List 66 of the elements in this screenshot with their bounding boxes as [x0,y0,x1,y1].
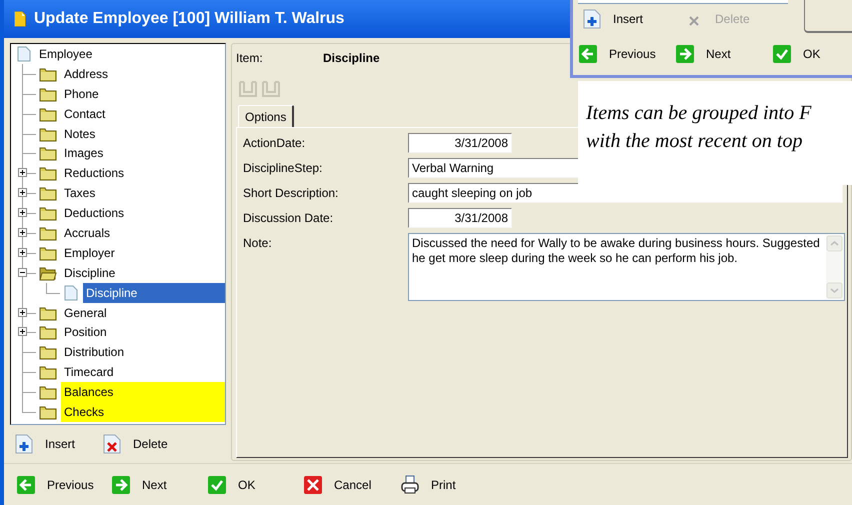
text-field[interactable]: caught sleeping on job [408,183,843,203]
expand-toggle[interactable] [18,248,27,257]
caption-text: Items can be grouped into F with the most recent on top [578,81,852,185]
collapse-toggle[interactable] [18,268,27,277]
next-icon [675,44,695,64]
check-icon [772,44,792,64]
expand-toggle[interactable] [18,327,27,336]
tree-item[interactable]: Employee [36,44,92,64]
add-document-icon [14,434,34,454]
previous-icon [578,44,598,64]
item-label: Item: [236,50,264,67]
tree-item[interactable]: Reductions [61,163,124,184]
tree-item[interactable]: Position [61,322,107,342]
next-icon [111,474,131,494]
print-button[interactable]: Print [400,474,470,496]
date-field[interactable]: 3/31/2008 [408,133,512,153]
tree-item[interactable]: General [61,302,107,322]
cancel-button[interactable]: Cancel [303,474,400,496]
tree-item[interactable]: Discipline [83,282,225,303]
scrollbar[interactable] [826,235,843,299]
expand-toggle[interactable] [18,308,27,317]
tree-item[interactable]: Images [61,143,104,164]
date-field[interactable]: 3/31/2008 [408,208,512,228]
ok-button[interactable]: OK [207,474,303,496]
window-title: Update Employee [100] William T. Walrus [34,9,344,29]
field-label: ActionDate: [243,135,306,152]
expand-toggle[interactable] [18,188,27,198]
print-icon [400,474,420,494]
field-label: Discussion Date: [243,210,334,227]
tree-item[interactable]: Deductions [61,203,124,224]
tree-item[interactable]: Distribution [61,342,124,362]
expand-toggle[interactable] [18,208,27,218]
tree-item[interactable]: Notes [61,124,96,144]
tree-item[interactable]: Discipline [61,262,116,283]
expand-toggle[interactable] [18,168,27,178]
add-document-icon [582,9,602,29]
ok-button[interactable]: OK [772,43,842,65]
next-button[interactable]: Next [675,43,772,65]
check-icon [207,474,227,494]
delete-document-icon [102,434,122,454]
tree-item[interactable]: Address [61,64,108,84]
field-label: Short Description: [243,185,340,202]
delete-button[interactable]: Delete [102,433,172,455]
field-label: DisciplineStep: [243,160,324,177]
text-field[interactable]: Verbal Warning [408,158,579,178]
tree-item[interactable]: Contact [61,104,106,124]
tree-item[interactable]: Employer [61,242,115,263]
previous-button[interactable]: Previous [16,474,111,496]
note-field[interactable]: Discussed the need for Wally to be awake during business hours. Suggested he get more sleep during the week so he can perform his job. [408,233,845,301]
tree-item[interactable]: Phone [61,84,99,104]
tab[interactable]: Options [238,105,294,127]
previous-icon [16,474,36,494]
field-label: Note: [243,235,273,252]
tree-item[interactable]: Timecard [61,362,114,382]
tree-item[interactable]: Balances [61,382,225,402]
next-button[interactable]: Next [111,474,207,496]
previous-button[interactable]: Previous [578,43,675,65]
tree-item[interactable]: Accruals [61,223,110,243]
item-value: Discipline [323,50,380,67]
tree-item[interactable]: Taxes [61,183,96,204]
insert-button[interactable]: Insert [14,433,84,455]
close-icon [303,474,323,494]
expand-toggle[interactable] [18,228,27,238]
document-icon [14,11,26,27]
tree-item[interactable]: Checks [61,402,225,422]
insert-button[interactable]: Insert [582,8,654,30]
